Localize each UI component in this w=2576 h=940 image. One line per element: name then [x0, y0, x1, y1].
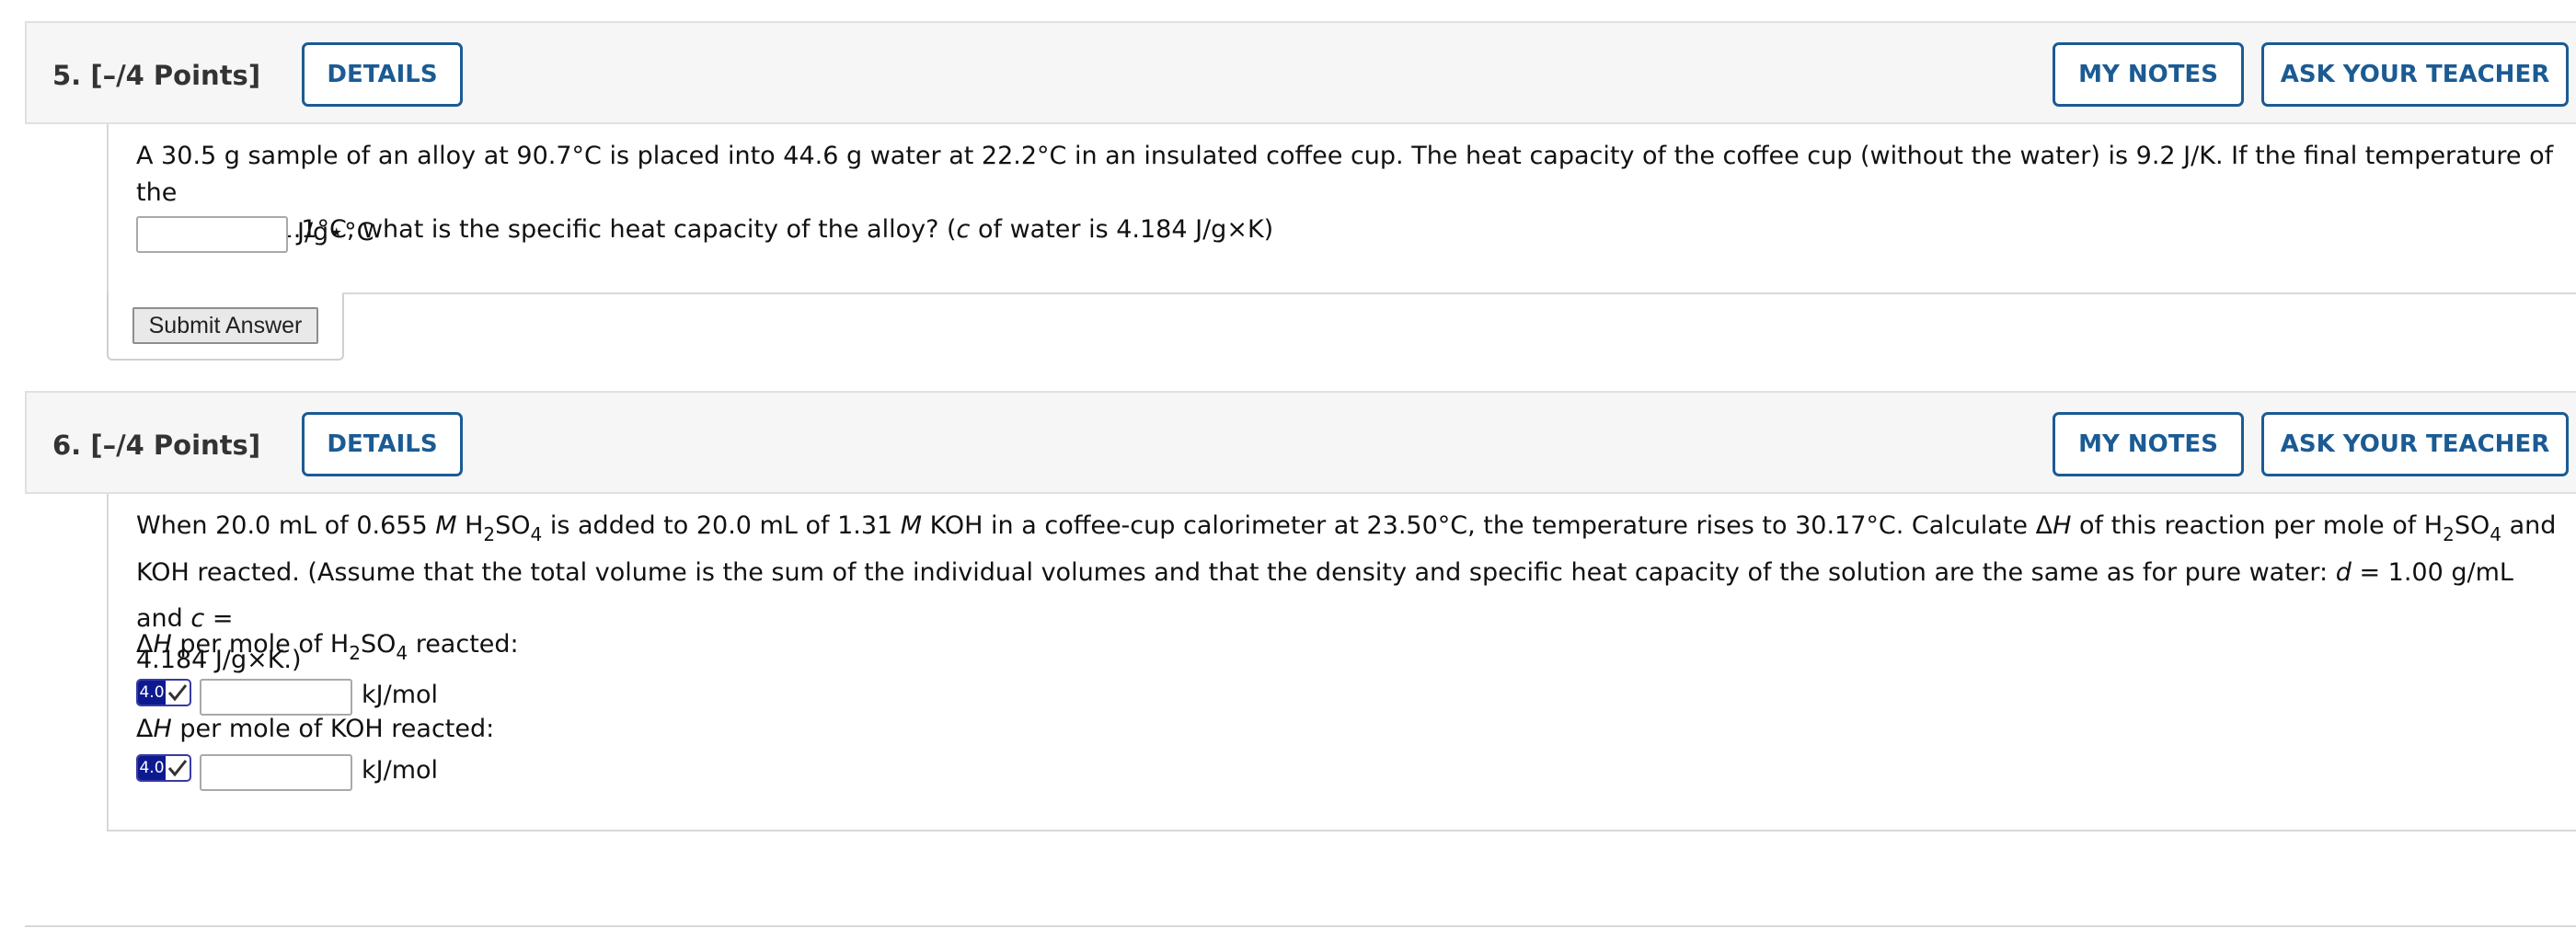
c-symbol: c	[956, 215, 971, 244]
enthalpy-koh-unit: kJ/mol	[362, 756, 439, 785]
my-notes-button[interactable]: MY NOTES	[2053, 42, 2244, 107]
text: KOH in a coffee-cup calorimeter at 23.50…	[922, 511, 2053, 540]
question-5-line-2: system is 31.1°C, what is the specific h…	[136, 212, 2565, 248]
text: When 20.0 mL of 0.655	[136, 511, 436, 540]
delta-symbol: Δ	[136, 630, 154, 659]
details-button[interactable]: DETAILS	[302, 412, 463, 476]
divider	[342, 292, 2576, 294]
text: and	[2501, 511, 2557, 540]
molar-symbol: M	[435, 511, 457, 540]
specific-heat-answer-input[interactable]	[136, 216, 288, 253]
enthalpy-symbol: H	[153, 715, 172, 743]
text: of water is 4.184 J/g×K)	[970, 215, 1274, 244]
check-icon	[166, 756, 190, 780]
text: SO	[495, 511, 531, 540]
badge-number: 4.0	[138, 756, 166, 780]
submit-answer-button[interactable]: Submit Answer	[132, 307, 318, 344]
question-6-number-points: 6. [–/4 Points]	[52, 430, 260, 461]
question-6-line-1: When 20.0 mL of 0.655 M H2SO4 is added t…	[136, 503, 2565, 550]
question-6-line-2: KOH reacted. (Assume that the total volu…	[136, 550, 2565, 642]
subscript: 4	[2490, 523, 2501, 545]
question-points: [–/4 Points]	[90, 430, 261, 461]
question-number: 6.	[52, 430, 82, 461]
question-5-text: A 30.5 g sample of an alloy at 90.7°C is…	[136, 138, 2565, 248]
question-6-body: When 20.0 mL of 0.655 M H2SO4 is added t…	[107, 494, 2576, 831]
question-number: 5.	[52, 60, 82, 91]
text: KOH reacted. (Assume that the total volu…	[136, 558, 2336, 587]
text: is added to 20.0 mL of 1.31	[542, 511, 901, 540]
ask-teacher-button[interactable]: ASK YOUR TEACHER	[2261, 412, 2569, 476]
significant-figures-badge[interactable]: 4.0	[136, 754, 191, 782]
specific-heat-unit: J/g⋆°C	[297, 218, 374, 246]
text: per mole of KOH reacted:	[171, 715, 495, 743]
text: =	[204, 604, 234, 633]
text: reacted:	[408, 630, 519, 659]
delta-symbol: Δ	[136, 715, 154, 743]
question-5-header: 5. [–/4 Points] DETAILS MY NOTES ASK YOU…	[25, 21, 2576, 124]
text: SO	[2454, 511, 2490, 540]
enthalpy-h2so4-input[interactable]	[200, 679, 352, 716]
text: per mole of H	[171, 630, 350, 659]
subscript: 2	[483, 523, 496, 545]
question-5-number-points: 5. [–/4 Points]	[52, 60, 260, 91]
ask-teacher-button[interactable]: ASK YOUR TEACHER	[2261, 42, 2569, 107]
details-button[interactable]: DETAILS	[302, 42, 463, 107]
subscript: 2	[349, 642, 361, 664]
question-6-header: 6. [–/4 Points] DETAILS MY NOTES ASK YOU…	[25, 391, 2576, 494]
prompt-per-mole-h2so4: ΔH per mole of H2SO4 reacted:	[136, 630, 519, 664]
subscript: 4	[530, 523, 543, 545]
enthalpy-h2so4-unit: kJ/mol	[362, 681, 439, 709]
heat-capacity-symbol: c	[190, 604, 205, 633]
molar-symbol: M	[900, 511, 923, 540]
question-5-line-1: A 30.5 g sample of an alloy at 90.7°C is…	[136, 142, 2554, 207]
check-icon	[166, 681, 190, 705]
badge-number: 4.0	[138, 681, 166, 705]
question-5-body: A 30.5 g sample of an alloy at 90.7°C is…	[107, 124, 2576, 292]
prompt-per-mole-koh: ΔH per mole of KOH reacted:	[136, 715, 494, 743]
enthalpy-symbol: H	[2053, 511, 2072, 540]
my-notes-button[interactable]: MY NOTES	[2053, 412, 2244, 476]
question-points: [–/4 Points]	[90, 60, 261, 91]
next-question-edge	[25, 925, 2576, 927]
text: SO	[360, 630, 397, 659]
enthalpy-koh-input[interactable]	[200, 754, 352, 791]
significant-figures-badge[interactable]: 4.0	[136, 679, 191, 706]
text: of this reaction per mole of H	[2071, 511, 2444, 540]
subscript: 4	[396, 642, 408, 664]
text: H	[456, 511, 484, 540]
density-symbol: d	[2335, 558, 2352, 587]
subscript: 2	[2443, 523, 2455, 545]
divider	[107, 830, 2576, 831]
enthalpy-symbol: H	[153, 630, 172, 659]
